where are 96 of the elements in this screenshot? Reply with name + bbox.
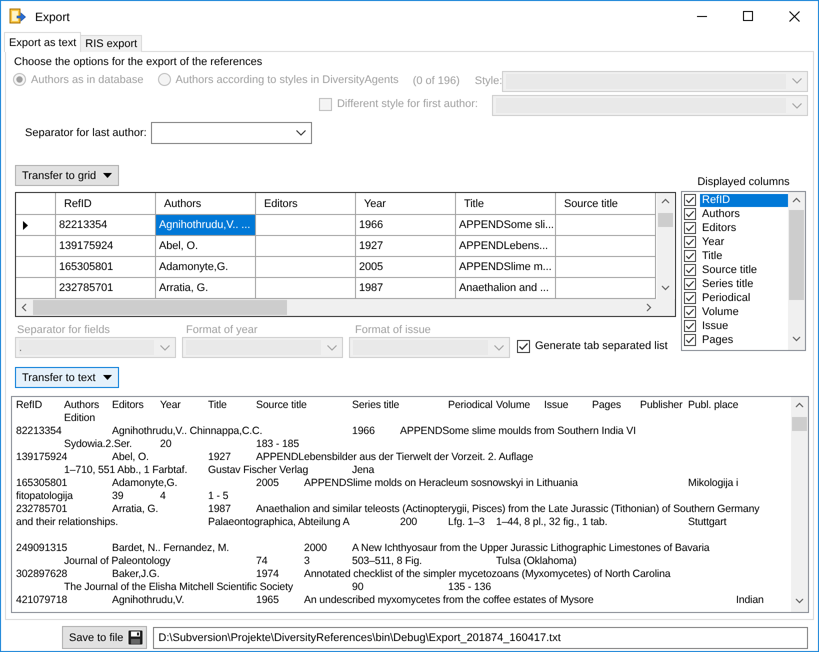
table-cell[interactable]: APPENDLebens... xyxy=(456,236,556,257)
instruction-text: Choose the options for the export of the references xyxy=(14,56,264,68)
chevron-icon[interactable] xyxy=(661,197,670,206)
column-header[interactable]: Year xyxy=(356,193,456,215)
table-cell[interactable]: 2005 xyxy=(356,257,456,278)
maximize-icon[interactable] xyxy=(743,11,753,21)
export-text: RefID Authors Editors Year Title Source title Series title Periodical Volume Issue Pages Publisher Publ. place Edition 82213354 Agnihothrudu,V.. Chinnappa,C.C. 1966 APPENDSome slime moulds from Southern India VI Sydowia.2.Ser. 20 183 - 185 139175924 Abel, O. 1927 APPENDLebensbilder aus der Tierwelt der Vorzeit. 2. Auflage 1–710, 551 Abb., 1 Farbtaf. Gustav Fischer Verlag Jena 165305801 Adamonyte,G. 2005 APPENDSlime molds on Heracleum sosnowskyi in Lithuania Mikologija i fitopatologija 39 4 1 - 5 232785701 Arratia, G. 1987 Anaethalion and similar teleosts (Actinopterygii, Pisces) from the Late Jurassic (Tithonian) of Southern Germany and their relationships. Palaeontographica, Abteilung A 200 Lfg. 1–3 1–44, 8 pl., 32 fig., 1 tab. Stuttgart 249091315 Bardet, N.. Fernandez, M. 2000 A New Ichthyosaur from the Upper Jurassic Lithographic Limestones of Bavaria Journal of Paleontology 74 3 503–511, 8 Fig. Tulsa (Oklahoma) 302897628 Baker,J.G. 1974 Annotated checklist of the simpler mycetozoans (Myxomycetes) of North Carolina The Journal of the Elisha Mitchell Scientific Society 90 135 - 136 421079718 Agnihothrudu,V. 1965 An undescribed myxomycetes from the coffee estates of Mysore Indian xyxy=(15,398,765,608)
scrollbar[interactable] xyxy=(788,192,805,350)
checkbox[interactable] xyxy=(684,208,696,220)
table-cell[interactable] xyxy=(256,257,356,278)
chevron-icon xyxy=(792,102,802,108)
chevron-icon[interactable] xyxy=(661,283,670,292)
checkbox[interactable] xyxy=(684,278,696,290)
caret-icon xyxy=(103,173,112,178)
close-icon[interactable] xyxy=(789,11,800,22)
chevron-icon[interactable] xyxy=(792,334,801,343)
scrollbar-thumb[interactable] xyxy=(658,213,673,227)
column-header xyxy=(16,193,56,215)
scrollbar-thumb[interactable] xyxy=(33,300,287,315)
table-cell[interactable]: APPENDSome sli... xyxy=(456,215,556,236)
count-label: (0 of 196) xyxy=(412,75,460,87)
chevron-icon[interactable] xyxy=(795,401,804,410)
caret-icon xyxy=(102,375,112,380)
chevron-icon[interactable] xyxy=(792,196,801,205)
table-cell[interactable]: APPENDSlime m... xyxy=(456,257,556,278)
list-label: Displayed columns xyxy=(697,176,790,188)
table-cell[interactable]: 1927 xyxy=(356,236,456,257)
scrollbar[interactable] xyxy=(16,299,657,316)
chevron-icon xyxy=(494,344,504,350)
table-cell[interactable] xyxy=(556,215,656,236)
list-item[interactable]: Source title xyxy=(700,264,760,276)
current-row-icon xyxy=(23,220,28,230)
checkbox[interactable] xyxy=(684,250,696,262)
checkbox-icon xyxy=(517,340,530,352)
scrollbar-thumb[interactable] xyxy=(789,210,804,300)
radio-icon xyxy=(158,73,171,86)
table-cell[interactable]: Adamonyte,G. xyxy=(156,257,256,278)
chevron-icon[interactable] xyxy=(644,303,653,312)
tab[interactable]: RIS export xyxy=(80,35,142,52)
list-item[interactable]: Title xyxy=(700,250,724,262)
window-title: Export xyxy=(35,10,70,24)
scrollbar-thumb[interactable] xyxy=(792,417,807,431)
column-header[interactable]: Source title xyxy=(556,193,656,215)
radio-icon xyxy=(13,73,26,86)
document-arrow-icon xyxy=(9,8,26,25)
row-header[interactable] xyxy=(16,215,56,236)
chevron-icon xyxy=(327,344,337,350)
checkbox[interactable] xyxy=(684,264,696,276)
table-cell[interactable] xyxy=(256,215,356,236)
field-label: Format of year xyxy=(185,324,259,336)
checkbox[interactable] xyxy=(684,320,696,332)
list-item[interactable]: Series title xyxy=(700,278,756,290)
file-path-field[interactable]: D:\Subversion\Projekte\DiversityReferences\bin\Debug\Export_201874_160417.txt xyxy=(153,626,808,648)
column-header[interactable]: Editors xyxy=(256,193,356,215)
checkbox[interactable] xyxy=(684,194,696,206)
list-item[interactable]: Editors xyxy=(700,222,738,234)
checkbox[interactable] xyxy=(684,236,696,248)
checkbox[interactable]: Generate tab separated list xyxy=(517,340,668,352)
field-label: Separator for fields xyxy=(16,324,111,336)
table-cell[interactable]: 165305801 xyxy=(56,257,156,278)
checkbox-icon xyxy=(318,98,332,110)
transfer-button[interactable]: Transfer to text xyxy=(15,367,119,388)
table-cell[interactable]: 139175924 xyxy=(56,236,156,257)
scrollbar[interactable] xyxy=(657,193,674,299)
transfer-button[interactable]: Transfer to grid xyxy=(15,165,120,186)
checkbox[interactable] xyxy=(684,334,696,346)
table-cell[interactable]: 1966 xyxy=(356,215,456,236)
table-cell[interactable] xyxy=(556,257,656,278)
list-item[interactable]: Authors xyxy=(700,208,742,220)
chevron-icon xyxy=(792,78,802,84)
table-cell[interactable]: Agnihothrudu,V.. ... xyxy=(156,215,256,236)
column-header[interactable]: Title xyxy=(456,193,556,215)
tab[interactable]: Export as text xyxy=(4,32,82,52)
list-item[interactable]: Issue xyxy=(700,320,730,332)
save-button[interactable]: Save to file xyxy=(62,626,148,649)
field-label: Separator for last author: xyxy=(25,127,148,139)
chevron-icon xyxy=(160,344,170,350)
dropdown[interactable] xyxy=(151,122,312,144)
scrollbar[interactable] xyxy=(791,397,808,612)
list-item[interactable]: Volume xyxy=(700,306,741,318)
field-label: Format of issue xyxy=(354,324,432,336)
chevron-icon[interactable] xyxy=(795,596,804,605)
list-item[interactable]: Pages xyxy=(700,334,736,346)
list-item[interactable]: RefID xyxy=(700,194,788,206)
chevron-icon[interactable] xyxy=(20,303,29,312)
list-item[interactable]: Year xyxy=(700,236,726,248)
checkbox[interactable] xyxy=(684,306,696,318)
checkbox[interactable] xyxy=(684,292,696,304)
table-cell[interactable]: Abel, O. xyxy=(156,236,256,257)
chevron-icon xyxy=(296,130,306,136)
list-item[interactable]: Periodical xyxy=(700,292,752,304)
checkbox[interactable] xyxy=(684,222,696,234)
style-label: Style: xyxy=(474,75,502,87)
table-cell[interactable] xyxy=(256,236,356,257)
table-cell[interactable] xyxy=(556,236,656,257)
column-header[interactable]: RefID xyxy=(56,193,156,215)
